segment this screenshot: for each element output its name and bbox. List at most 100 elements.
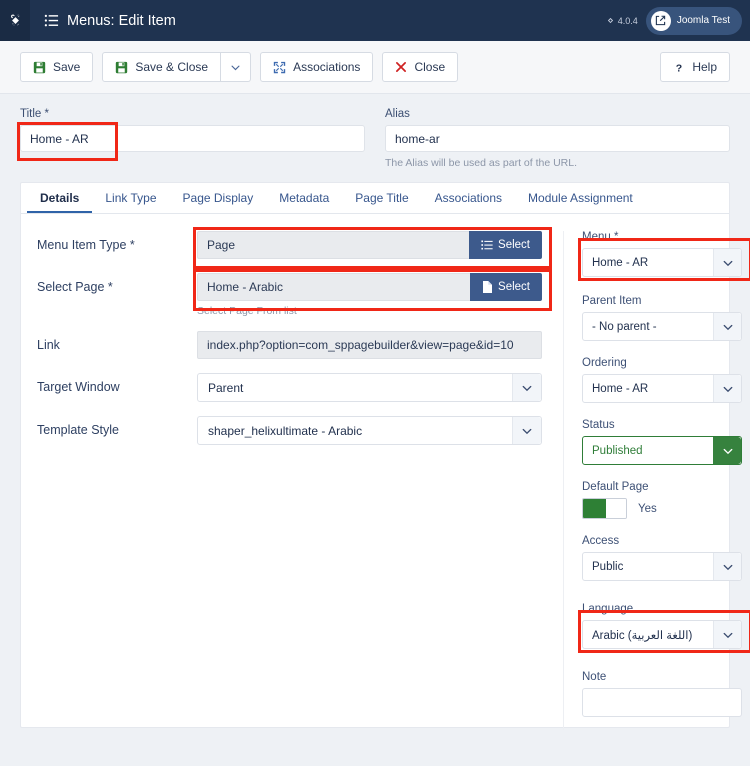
link-label: Link: [37, 338, 60, 352]
details-panel: Menu Item Type * Page Select Select Page…: [21, 214, 742, 730]
link-row: Link index.php?option=com_sppagebuilder&…: [37, 331, 561, 359]
parent-item-value: - No parent -: [592, 320, 657, 333]
save-options-dropdown-button[interactable]: [221, 52, 252, 82]
link-value: index.php?option=com_sppagebuilder&view=…: [197, 331, 542, 359]
access-select[interactable]: Public: [582, 552, 742, 581]
menu-item-type-select-label: Select: [498, 239, 530, 251]
chevron-down-icon: [713, 313, 741, 340]
title-highlight: [17, 122, 365, 161]
tab-bar: Details Link Type Page Display Metadata …: [21, 183, 729, 214]
access-field: Access Public: [582, 535, 742, 581]
help-button-label: Help: [692, 60, 717, 74]
menu-item-type-select-button[interactable]: Select: [469, 231, 542, 259]
alias-input[interactable]: [385, 125, 730, 152]
select-page-label: Select Page *: [37, 280, 113, 294]
save-and-close-label: Save & Close: [135, 60, 209, 74]
title-field-group: Title *: [17, 108, 365, 169]
close-button-label: Close: [414, 60, 446, 74]
chevron-down-icon: [713, 437, 741, 464]
status-select[interactable]: Published: [582, 436, 742, 465]
alias-hint: The Alias will be used as part of the UR…: [385, 157, 578, 169]
associations-button[interactable]: Associations: [260, 52, 374, 82]
menu-field: Menu * Home - AR: [582, 231, 742, 277]
save-button[interactable]: Save: [20, 52, 94, 82]
select-page-select-button[interactable]: Select: [470, 273, 542, 301]
tab-associations[interactable]: Associations: [422, 183, 515, 213]
parent-item-select[interactable]: - No parent -: [582, 312, 742, 341]
edit-item-card: Details Link Type Page Display Metadata …: [20, 182, 742, 730]
file-icon: [483, 281, 493, 293]
list-menu-icon: [44, 14, 59, 27]
menu-item-type-value: Page: [197, 231, 470, 259]
note-field: Note: [582, 671, 742, 717]
status-label: Status: [582, 419, 615, 431]
select-page-value: Home - Arabic: [197, 273, 471, 301]
close-button[interactable]: Close: [382, 52, 459, 82]
chevron-down-icon: [713, 621, 741, 648]
menu-select[interactable]: Home - AR: [582, 248, 742, 277]
default-page-value: Yes: [638, 502, 657, 515]
side-fields-column: Menu * Home - AR Parent Item - No parent…: [563, 231, 750, 730]
alias-label: Alias: [385, 108, 410, 120]
ordering-label: Ordering: [582, 357, 627, 369]
target-window-label: Target Window: [37, 380, 120, 394]
chevron-down-icon: [231, 65, 240, 70]
default-page-label: Default Page: [582, 481, 649, 493]
sidebar-toggle-button[interactable]: [0, 0, 30, 41]
target-window-value: Parent: [208, 380, 244, 395]
language-select[interactable]: Arabic (اللغة العربية): [582, 620, 742, 649]
select-page-field: Home - Arabic Select: [197, 273, 542, 301]
target-window-row: Target Window Parent: [37, 373, 561, 402]
parent-item-field: Parent Item - No parent -: [582, 295, 742, 341]
tab-details[interactable]: Details: [27, 183, 93, 213]
toggle-on-segment: [583, 499, 606, 518]
parent-item-label: Parent Item: [582, 295, 642, 307]
title-label: Title *: [20, 108, 49, 120]
question-mark-icon: ?: [676, 62, 682, 74]
joomla-version: 4.0.4: [606, 16, 638, 26]
toggle-off-segment: [606, 499, 626, 518]
template-style-value: shaper_helixultimate - Arabic: [208, 423, 363, 438]
chevron-down-icon: [512, 374, 541, 401]
help-button[interactable]: ? Help: [660, 52, 730, 82]
template-style-row: Template Style shaper_helixultimate - Ar…: [37, 416, 561, 445]
user-name: Joomla Test: [676, 15, 730, 26]
ordering-select[interactable]: Home - AR: [582, 374, 742, 403]
menu-item-type-field: Page Select: [197, 231, 542, 259]
menu-label: Menu *: [582, 231, 619, 243]
default-page-toggle[interactable]: [582, 498, 627, 519]
svg-text:?: ?: [676, 62, 682, 74]
tab-metadata[interactable]: Metadata: [266, 183, 342, 213]
access-label: Access: [582, 535, 620, 547]
menu-highlight: Home - AR: [582, 248, 742, 277]
ordering-value: Home - AR: [592, 382, 649, 395]
select-page-row: Select Page * Home - Arabic Select Selec…: [37, 273, 561, 317]
main-fields-column: Menu Item Type * Page Select Select Page…: [21, 231, 561, 730]
language-highlight: Arabic (اللغة العربية): [582, 620, 742, 649]
select-page-hint: Select Page From list: [197, 305, 297, 317]
note-input[interactable]: [582, 688, 742, 717]
target-window-select[interactable]: Parent: [197, 373, 542, 402]
default-page-toggle-group: Yes: [582, 498, 742, 519]
tab-link-type[interactable]: Link Type: [92, 183, 169, 213]
language-label: Language: [582, 603, 634, 615]
expand-arrows-icon: [273, 61, 286, 73]
title-input[interactable]: [20, 125, 365, 152]
save-disk-icon: [116, 61, 128, 73]
save-and-close-button[interactable]: Save & Close: [102, 52, 222, 82]
chevron-down-icon: [713, 249, 741, 276]
tab-module-assignment[interactable]: Module Assignment: [515, 183, 646, 213]
list-icon: [481, 240, 493, 250]
tab-page-display[interactable]: Page Display: [170, 183, 267, 213]
save-button-label: Save: [53, 60, 81, 74]
title-alias-row: Title * Alias The Alias will be used as …: [0, 94, 750, 169]
tab-page-title[interactable]: Page Title: [342, 183, 421, 213]
user-menu-button[interactable]: Joomla Test: [645, 6, 742, 35]
chevron-down-icon: [713, 375, 741, 402]
menu-item-type-label: Menu Item Type *: [37, 238, 135, 252]
joomla-logo-icon-small: [607, 17, 613, 24]
template-style-select[interactable]: shaper_helixultimate - Arabic: [197, 416, 542, 445]
header-right-group: 4.0.4 Joomla Test: [606, 0, 742, 41]
chevron-down-icon: [713, 553, 741, 580]
alias-field-group: Alias The Alias will be used as part of …: [385, 108, 730, 169]
